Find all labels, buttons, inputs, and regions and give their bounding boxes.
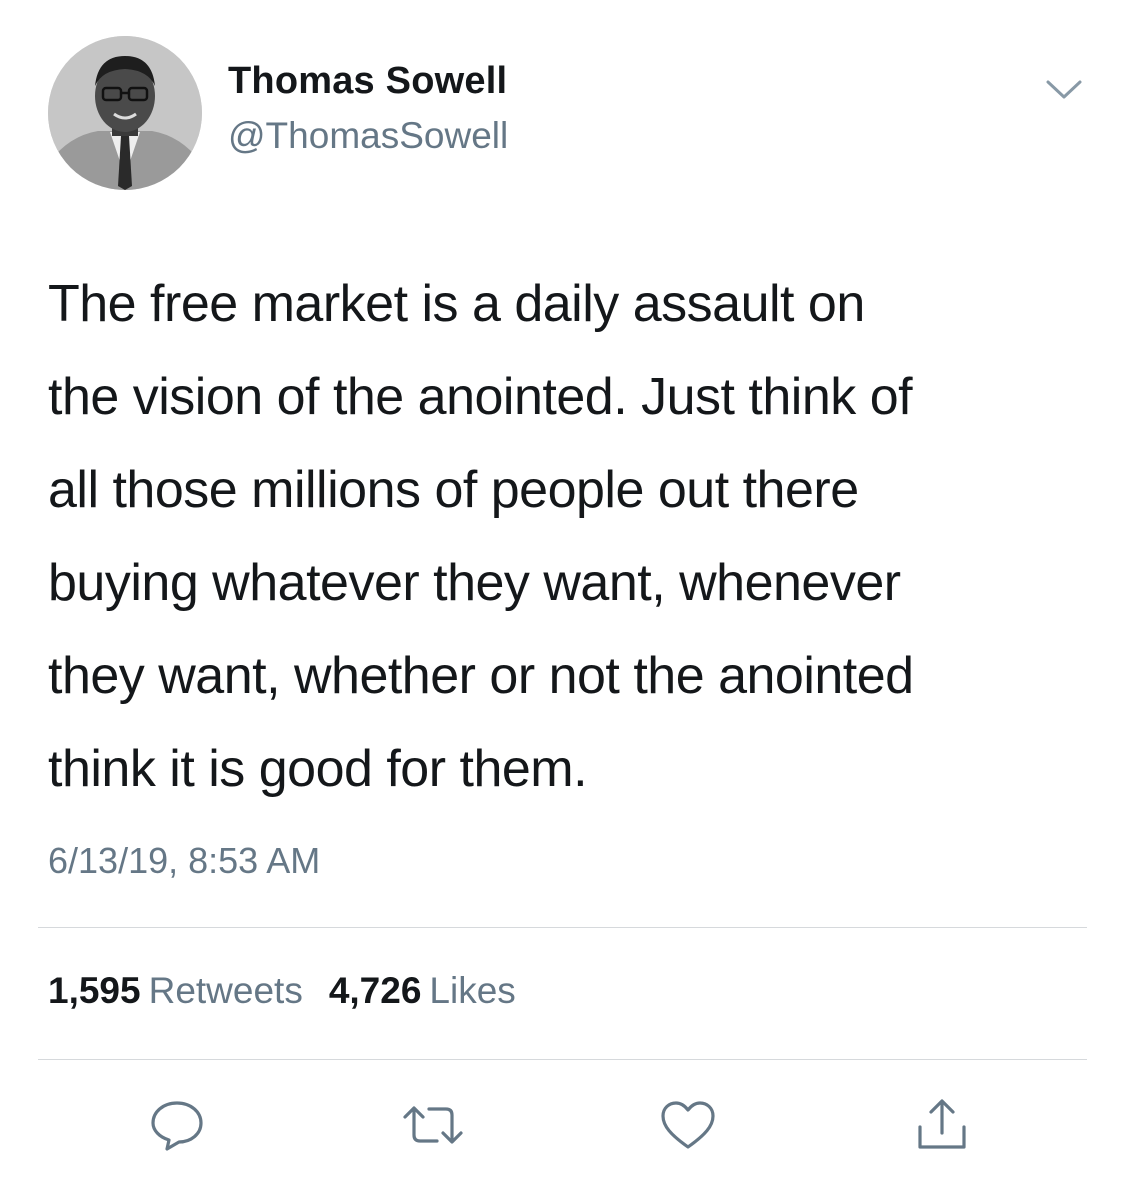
retweet-count: 1,595: [48, 970, 141, 1011]
reply-icon: [151, 1101, 203, 1151]
engagement-stats: 1,595 Retweets 4,726 Likes: [48, 970, 516, 1012]
avatar-photo: [48, 36, 202, 190]
display-name[interactable]: Thomas Sowell: [228, 60, 507, 103]
like-label: Likes: [429, 970, 516, 1011]
like-button[interactable]: [656, 1093, 720, 1157]
retweet-label: Retweets: [148, 970, 303, 1011]
heart-icon: [661, 1101, 715, 1149]
tweet-menu-button[interactable]: [1040, 72, 1088, 108]
tweet-text: The free market is a daily assault on th…: [48, 258, 1098, 816]
divider: [38, 1059, 1087, 1060]
retweet-button[interactable]: [401, 1093, 465, 1157]
share-icon: [918, 1099, 966, 1149]
like-count: 4,726: [328, 970, 422, 1011]
tweet-text-line: all those millions of people out there: [48, 461, 859, 519]
tweet-timestamp[interactable]: 6/13/19, 8:53 AM: [48, 840, 320, 882]
tweet-text-line: The free market is a daily assault on: [48, 275, 865, 333]
avatar[interactable]: [48, 36, 202, 190]
tweet-text-line: buying whatever they want, whenever: [48, 554, 901, 612]
likes-stat[interactable]: 4,726 Likes: [329, 970, 516, 1012]
share-button[interactable]: [910, 1093, 974, 1157]
divider: [38, 927, 1087, 928]
tweet-text-line: they want, whether or not the anointed: [48, 647, 914, 705]
tweet-text-line: think it is good for them.: [48, 740, 588, 798]
user-handle[interactable]: @ThomasSowell: [228, 115, 508, 157]
tweet-text-line: the vision of the anointed. Just think o…: [48, 368, 913, 426]
retweet-icon: [403, 1106, 463, 1144]
reply-button[interactable]: [145, 1093, 209, 1157]
chevron-down-icon: [1046, 80, 1082, 99]
retweets-stat[interactable]: 1,595 Retweets: [48, 970, 303, 1012]
